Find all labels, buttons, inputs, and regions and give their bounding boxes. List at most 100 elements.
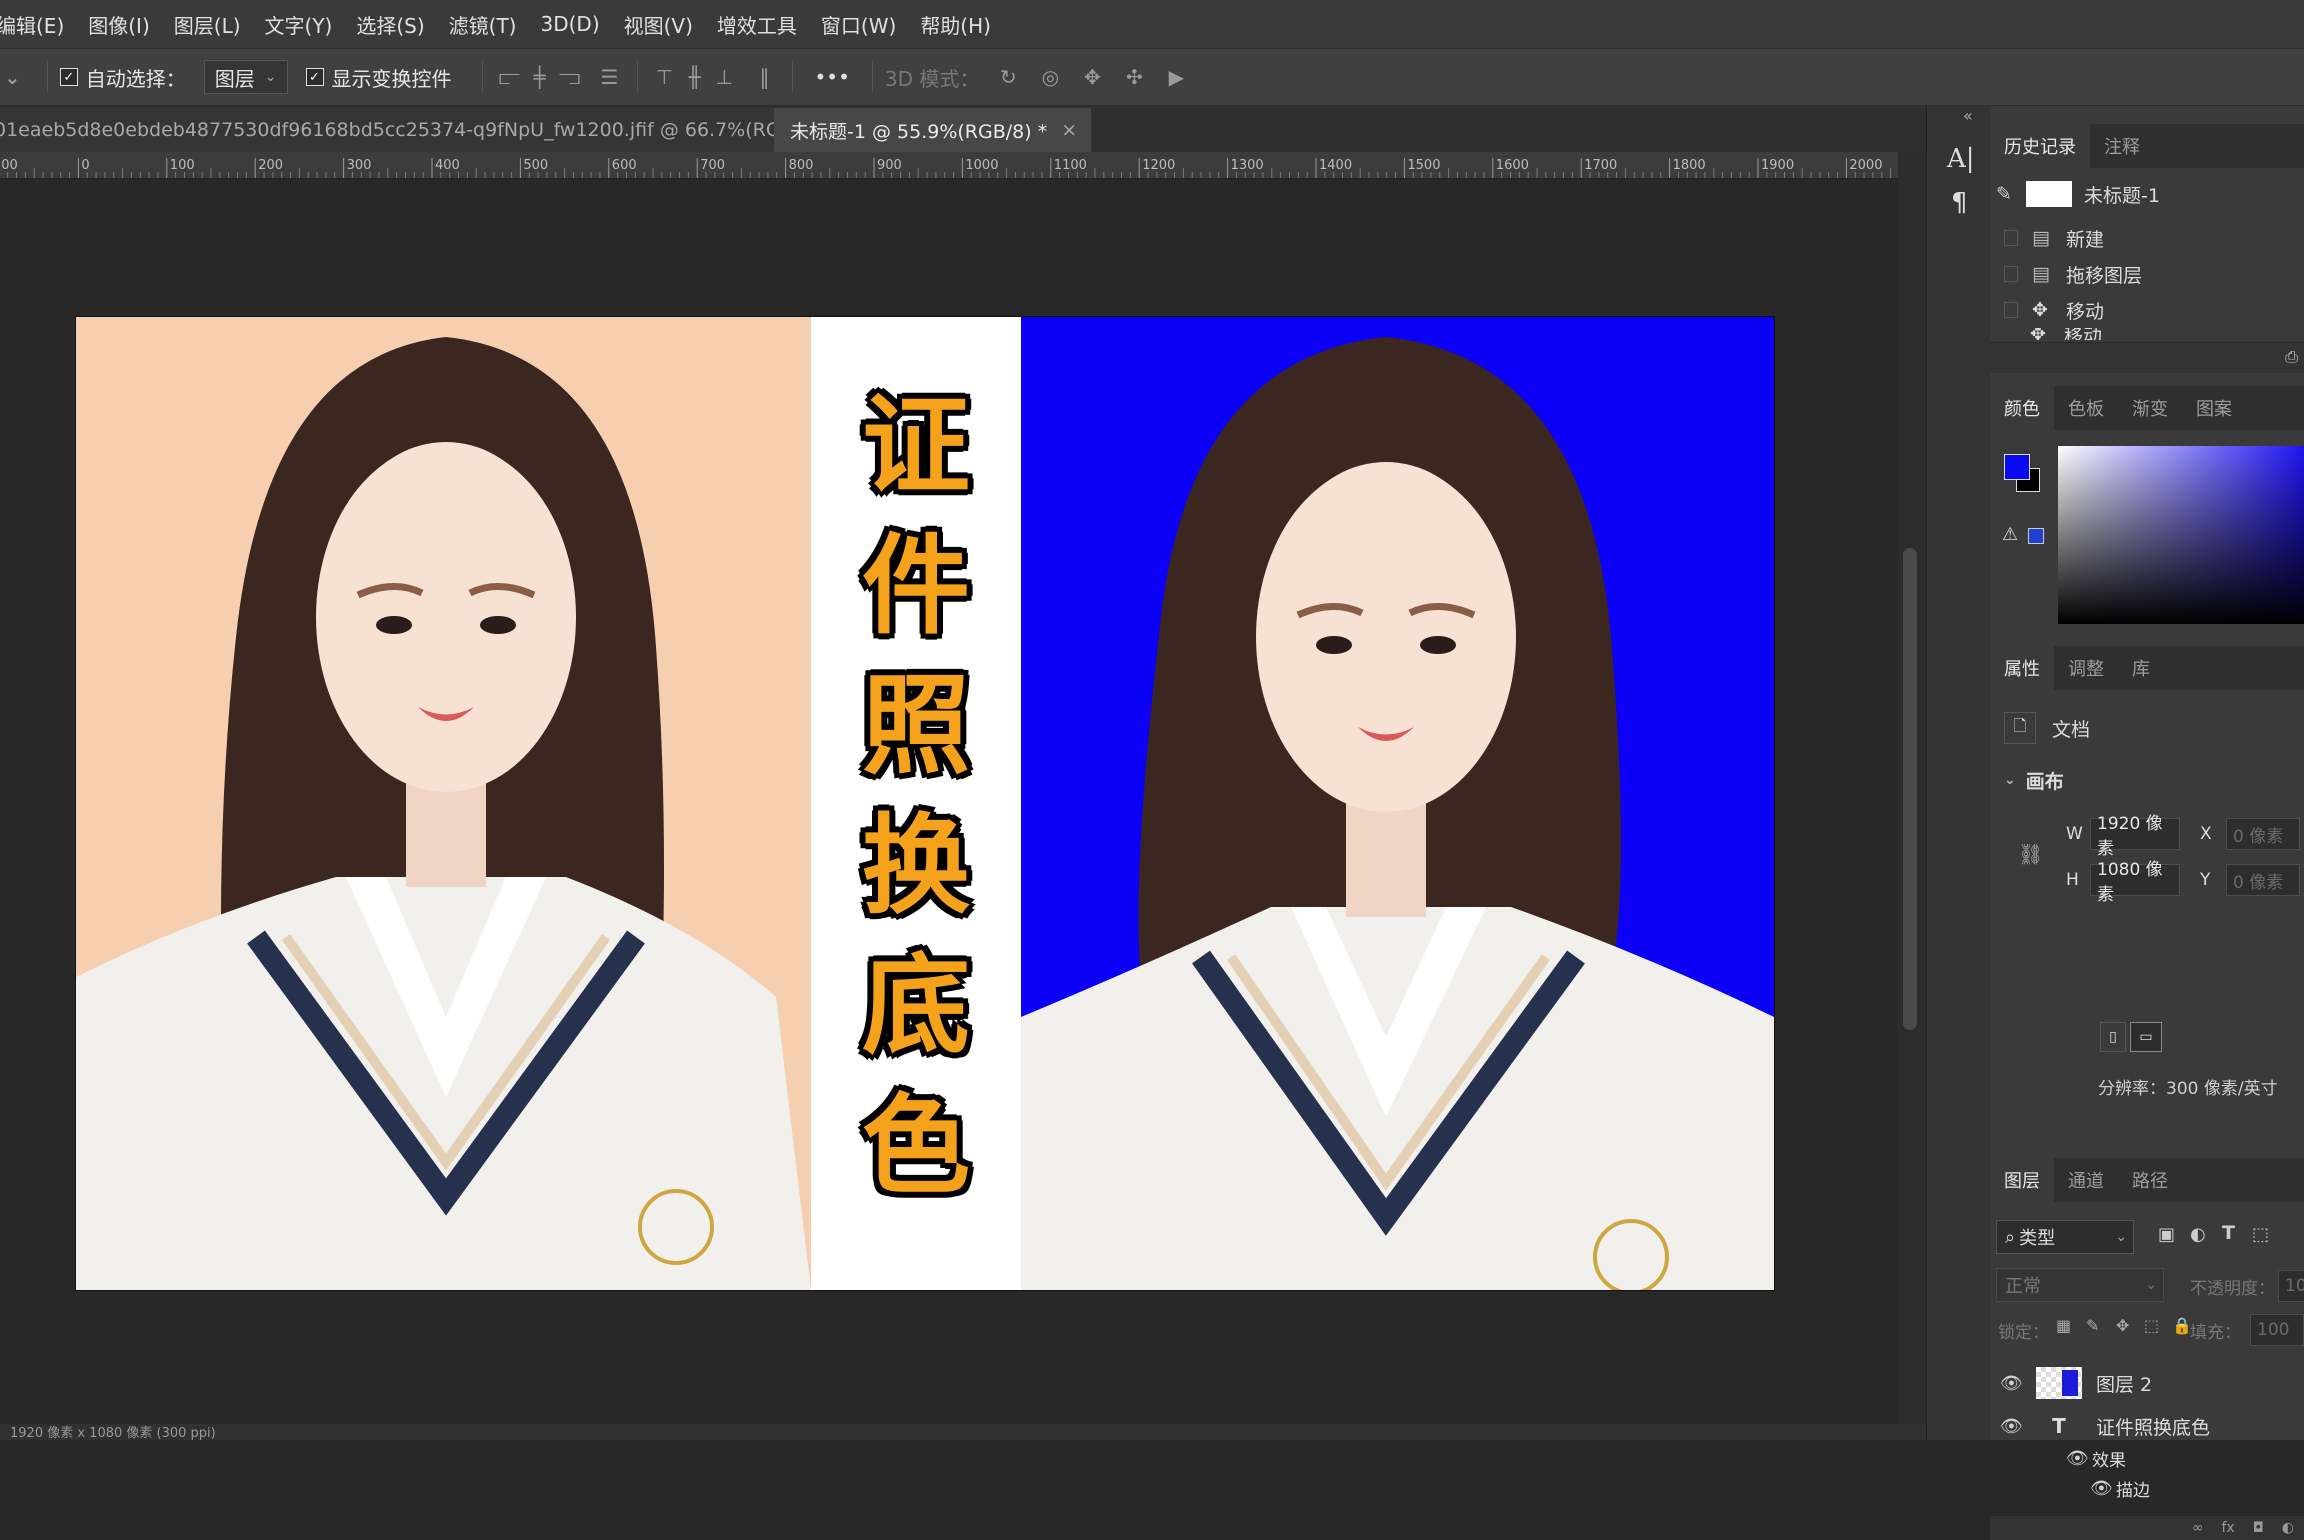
- tab-swatches[interactable]: 色板: [2054, 386, 2118, 430]
- layer-filter-dropdown[interactable]: ⌕ 类型 ⌄: [1996, 1220, 2134, 1254]
- distribute-horizontal-icon[interactable]: ‖: [750, 65, 780, 89]
- fill-label: 填充：: [2190, 1323, 2241, 1343]
- tab-untitled-1[interactable]: 未标题-1 @ 55.9%(RGB/8) * ×: [774, 108, 1092, 152]
- tab-notes[interactable]: 注释: [2090, 124, 2154, 168]
- visibility-eye-icon[interactable]: 👁: [2090, 1478, 2113, 1499]
- auto-select-checkbox[interactable]: ✓: [59, 68, 78, 86]
- align-left-icon[interactable]: ⫍: [495, 65, 525, 89]
- portrait-orientation-button[interactable]: ▯: [2100, 1022, 2126, 1052]
- layer-name: 图层 2: [2096, 1373, 2153, 1396]
- web-safe-color-swatch[interactable]: [2028, 528, 2044, 544]
- menu-filter[interactable]: 滤镜(T): [437, 10, 529, 39]
- menu-3d[interactable]: 3D(D): [528, 12, 611, 36]
- tab-color[interactable]: 颜色: [1990, 386, 2054, 430]
- document-canvas[interactable]: 证 件 照 换 底 色: [76, 317, 1774, 1290]
- layer-effects-row[interactable]: 👁 效果: [1990, 1442, 2304, 1474]
- tab-channels[interactable]: 通道: [2054, 1158, 2118, 1202]
- tab-patterns[interactable]: 图案: [2182, 386, 2246, 430]
- blend-mode-dropdown[interactable]: 正常 ⌄: [1996, 1268, 2164, 1302]
- orbit-3d-icon[interactable]: ↻: [993, 65, 1023, 89]
- filter-adjustment-icon[interactable]: ◐: [2190, 1224, 2206, 1245]
- align-middle-v-icon[interactable]: ╫: [680, 65, 710, 89]
- status-doc-size: 1920 像素 x 1080 像素 (300 ppi): [10, 1426, 216, 1441]
- tab-adjustments[interactable]: 调整: [2054, 646, 2118, 690]
- foreground-color-swatch[interactable]: [2004, 454, 2030, 480]
- filter-shape-icon[interactable]: ⬚: [2252, 1224, 2269, 1245]
- scrollbar-thumb[interactable]: [1903, 548, 1917, 1030]
- tab-libraries[interactable]: 库: [2118, 646, 2164, 690]
- fill-field[interactable]: 100: [2250, 1314, 2304, 1346]
- video-3d-icon[interactable]: ▶: [1161, 65, 1191, 89]
- tool-preset-chevron-icon[interactable]: ⌄: [4, 65, 21, 89]
- more-options-button[interactable]: •••: [815, 65, 850, 89]
- drag-3d-icon[interactable]: ✥: [1077, 65, 1107, 89]
- width-field[interactable]: 1920 像素: [2090, 814, 2180, 859]
- tab-paths[interactable]: 路径: [2118, 1158, 2182, 1202]
- link-layers-icon[interactable]: ∞: [2192, 1520, 2204, 1536]
- filter-image-icon[interactable]: ▣: [2158, 1224, 2175, 1245]
- tab-gradients[interactable]: 渐变: [2118, 386, 2182, 430]
- slide-3d-icon[interactable]: ✣: [1119, 65, 1149, 89]
- ruler-ticks: 1000100200300400500600700800900100011001…: [0, 158, 1892, 178]
- new-adjustment-icon[interactable]: ◐: [2282, 1520, 2294, 1536]
- visibility-eye-icon[interactable]: 👁: [2000, 1416, 2023, 1437]
- auto-select-dropdown[interactable]: 图层 ⌄: [203, 60, 288, 94]
- tab-jfif-document[interactable]: 01eaeb5d8e0ebdeb4877530df96168bd5cc25374…: [0, 108, 774, 152]
- tab-history[interactable]: 历史记录: [1990, 124, 2090, 168]
- visibility-eye-icon[interactable]: 👁: [2066, 1448, 2089, 1469]
- collapse-panels-icon[interactable]: «: [1963, 106, 1973, 125]
- lock-artboard-icon[interactable]: ⬚: [2144, 1316, 2159, 1335]
- align-center-h-icon[interactable]: ╪: [525, 65, 555, 89]
- canvas-section-header[interactable]: ⌄ 画布: [1990, 762, 2304, 798]
- align-bottom-icon[interactable]: ⊥: [710, 65, 740, 89]
- color-picker-field[interactable]: [2058, 446, 2304, 624]
- layer-row[interactable]: 👁 图层 2: [1990, 1360, 2304, 1406]
- filter-type-icon[interactable]: T: [2222, 1222, 2235, 1244]
- menu-window[interactable]: 窗口(W): [809, 10, 908, 39]
- resolution-text: 分辨率：300 像素/英寸: [2098, 1079, 2278, 1099]
- show-transform-checkbox[interactable]: ✓: [305, 68, 324, 86]
- new-snapshot-icon[interactable]: ⎙: [2285, 347, 2298, 367]
- tab-properties[interactable]: 属性: [1990, 646, 2054, 690]
- menu-view[interactable]: 视图(V): [612, 10, 705, 39]
- history-snapshot[interactable]: ✎ 未标题-1: [1990, 176, 2304, 212]
- menu-help[interactable]: 帮助(H): [908, 10, 1003, 39]
- x-field[interactable]: 0 像素: [2226, 818, 2300, 850]
- y-field[interactable]: 0 像素: [2226, 864, 2300, 896]
- landscape-orientation-button[interactable]: ▭: [2130, 1022, 2162, 1052]
- tab-layers[interactable]: 图层: [1990, 1158, 2054, 1202]
- height-field[interactable]: 1080 像素: [2090, 860, 2180, 905]
- history-item[interactable]: ✥ 移动: [1990, 328, 2304, 340]
- lock-position-icon[interactable]: ✥: [2116, 1316, 2129, 1335]
- menu-type[interactable]: 文字(Y): [253, 10, 345, 39]
- layer-row[interactable]: 👁 T 证件照换底色: [1990, 1406, 2304, 1446]
- chevron-down-icon: ⌄: [2115, 1229, 2127, 1245]
- layer-stroke-row[interactable]: 👁 描边: [1990, 1472, 2304, 1504]
- history-item[interactable]: ▤ 拖移图层: [1990, 256, 2304, 292]
- menu-edit[interactable]: 编辑(E): [0, 10, 76, 39]
- align-right-icon[interactable]: ⫎: [555, 65, 585, 89]
- align-top-icon[interactable]: ⊤: [650, 65, 680, 89]
- menu-select[interactable]: 选择(S): [344, 10, 436, 39]
- lock-transparency-icon[interactable]: ▦: [2056, 1316, 2071, 1335]
- visibility-eye-icon[interactable]: 👁: [2000, 1373, 2023, 1394]
- paragraph-panel-icon[interactable]: ¶: [1951, 188, 1968, 218]
- close-icon[interactable]: ×: [1061, 119, 1077, 141]
- chevron-down-icon: ⌄: [264, 69, 277, 85]
- ruler-tick-label: 800: [789, 158, 814, 173]
- opacity-field[interactable]: 100: [2278, 1270, 2304, 1302]
- history-item[interactable]: ✥ 移动: [1990, 292, 2304, 328]
- distribute-vertical-icon[interactable]: ☰: [595, 65, 625, 89]
- gamut-warning-icon[interactable]: ⚠: [2002, 524, 2018, 545]
- lock-all-icon[interactable]: 🔒: [2172, 1316, 2192, 1335]
- add-mask-icon[interactable]: ◘: [2253, 1520, 2264, 1536]
- menu-plugins[interactable]: 增效工具: [705, 10, 809, 39]
- character-panel-icon[interactable]: A|: [1947, 144, 1975, 174]
- horizontal-ruler[interactable]: 1000100200300400500600700800900100011001…: [0, 152, 1898, 179]
- menu-layer[interactable]: 图层(L): [162, 10, 253, 39]
- menu-image[interactable]: 图像(I): [76, 10, 162, 39]
- add-style-icon[interactable]: fx: [2221, 1520, 2234, 1536]
- roll-3d-icon[interactable]: ◎: [1035, 65, 1065, 89]
- history-item[interactable]: ▤ 新建: [1990, 220, 2304, 256]
- lock-image-icon[interactable]: ✎: [2086, 1316, 2099, 1335]
